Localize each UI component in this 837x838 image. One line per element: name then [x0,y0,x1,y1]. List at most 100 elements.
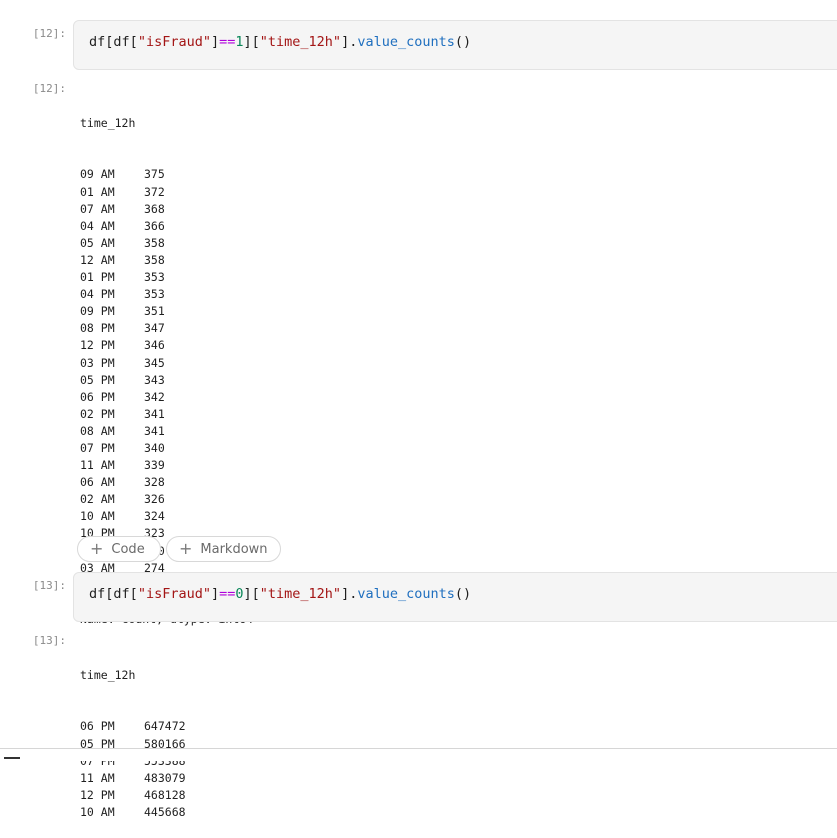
output-row: 04 AM 366 [80,218,253,235]
output-row: 05 PM 343 [80,372,253,389]
code-token: value_counts [357,586,455,602]
output-header: time_12h [80,668,136,683]
output-row-count: 326 [144,492,165,507]
output-row-count: 339 [144,458,165,473]
output-row-time: 08 PM [80,321,115,336]
output-row-time: 06 PM [80,719,115,734]
output-row: 04 PM 353 [80,286,253,303]
code-token: "isFraud" [137,586,211,602]
output-rows: 09 AM 375 01 AM 372 07 AM 368 04 AM 366 05 AM 358… [80,166,253,576]
output-row: 10 AM 445668 [80,804,186,821]
plus-icon: + [179,539,193,558]
output-row: 12 PM 346 [80,337,253,354]
code-token: df [113,586,130,602]
code-token: "isFraud" [137,34,211,50]
output-row: 09 PM 351 [80,303,253,320]
output-row-count: 647472 [144,719,186,734]
output-row-count: 342 [144,389,165,404]
add-markdown-label: Markdown [200,541,268,557]
output-row: 11 AM 339 [80,457,253,474]
code-token: ] [210,586,220,602]
code-token: == [219,586,236,602]
code-token: == [219,34,236,50]
output-row-count: 368 [144,201,165,216]
code-token: "time_12h" [259,34,342,50]
output-row-time: 02 PM [80,406,115,421]
output-row: 06 PM 647472 [80,718,186,735]
output-row-time: 11 AM [80,458,115,473]
output-header: time_12h [80,116,136,131]
output-row: 01 PM 353 [80,269,253,286]
output-row-count: 340 [144,440,165,455]
output-row-time: 02 AM [80,492,115,507]
output-row-count: 341 [144,406,165,421]
bottom-bar-marker [4,757,20,759]
output-row-time: 06 PM [80,389,115,404]
output-row-count: 341 [144,423,165,438]
output-row-time: 07 PM [80,440,115,455]
output-row-count: 328 [144,475,165,490]
output-rows: 06 PM64747205 PM58016607 PM55338811 AM48… [80,718,186,821]
output-row-time: 01 AM [80,184,115,199]
code-token: df [89,586,106,602]
output-row-count: 353 [144,270,165,285]
output-row-time: 09 AM [80,167,115,182]
output-row-time: 12 PM [80,338,115,353]
cell-13-code-editor[interactable]: df[df["isFraud"]==0]["time_12h"].value_c… [73,572,837,622]
output-row-time: 04 PM [80,287,115,302]
add-code-label: Code [111,541,145,557]
output-row-time: 06 AM [80,475,115,490]
cell-12-code-line[interactable]: df[df["isFraud"]==1]["time_12h"].value_c… [89,34,471,50]
output-row: 12 PM 468128 [80,787,186,804]
output-row: 02 PM 341 [80,406,253,423]
output-row-time: 05 PM [80,372,115,387]
code-token: ] [341,586,350,602]
output-row: 01 AM 372 [80,184,253,201]
output-row: 12 AM 358 [80,252,253,269]
code-token: () [454,34,472,50]
output-row: 07 PM 340 [80,440,253,457]
notebook-bottom-bar [0,748,837,761]
output-row-count: 343 [144,372,165,387]
cell-13-input-prompt: [13]: [32,579,66,592]
cell-13-output-prompt: [13]: [32,634,66,647]
output-row: 03 PM 345 [80,355,253,372]
output-row: 02 AM 326 [80,491,253,508]
output-row-count: 483079 [144,770,186,785]
output-row-time: 05 AM [80,235,115,250]
output-row-count: 324 [144,509,165,524]
output-row: 06 PM 342 [80,389,253,406]
output-row-count: 353 [144,287,165,302]
output-row-count: 347 [144,321,165,336]
output-row-count: 468128 [144,787,186,802]
output-row-time: 10 AM [80,509,115,524]
output-row-time: 12 PM [80,787,115,802]
output-row: 07 AM 368 [80,201,253,218]
cell-12-input-prompt: [12]: [32,27,66,40]
plus-icon: + [90,539,104,558]
code-token: ] [210,34,220,50]
code-token: df [89,34,106,50]
cell-13-code-line[interactable]: df[df["isFraud"]==0]["time_12h"].value_c… [89,586,471,602]
output-row-time: 11 AM [80,770,115,785]
output-row: 06 AM 328 [80,474,253,491]
cell-13-output: time_12h 06 PM64747205 PM58016607 PM5533… [80,633,186,838]
code-token: () [454,586,472,602]
cell-12-output-prompt: [12]: [32,82,66,95]
code-token: df [113,34,130,50]
output-row: 09 AM 375 [80,166,253,183]
output-row: 08 PM 347 [80,320,253,337]
cell-12-code-editor[interactable]: df[df["isFraud"]==1]["time_12h"].value_c… [73,20,837,70]
output-row-count: 351 [144,304,165,319]
code-token: "time_12h" [259,586,342,602]
output-row-count: 345 [144,355,165,370]
output-row-count: 445668 [144,804,186,819]
code-token: ][ [243,34,260,50]
output-row-time: 10 AM [80,804,115,819]
add-markdown-cell-button[interactable]: + Markdown [166,536,281,562]
code-token: ] [341,34,350,50]
output-row-count: 372 [144,184,165,199]
add-code-cell-button[interactable]: + Code [77,536,161,562]
output-row: 08 AM 341 [80,423,253,440]
output-row-count: 366 [144,218,165,233]
